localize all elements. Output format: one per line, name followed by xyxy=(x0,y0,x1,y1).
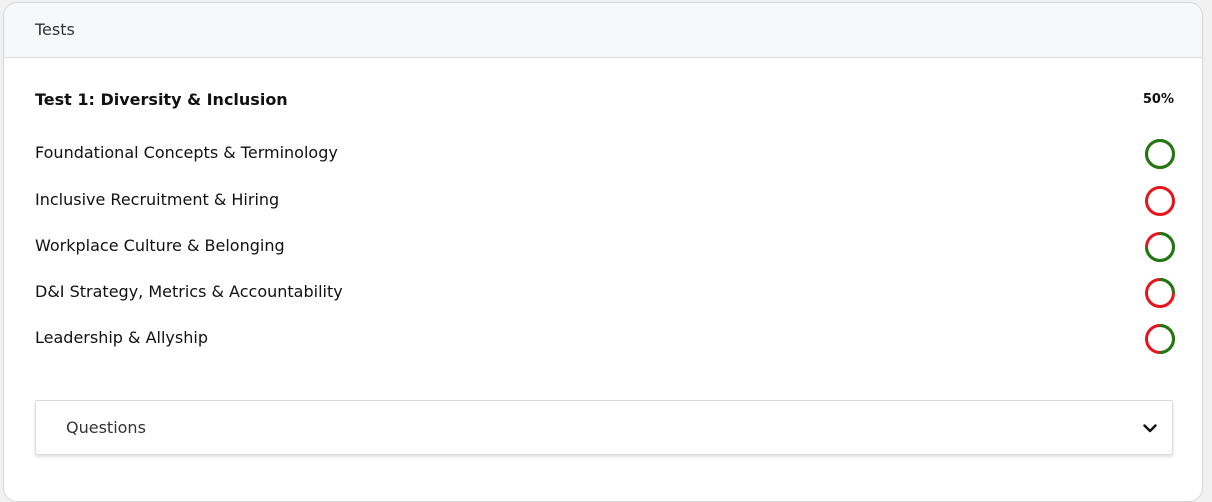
topic-label: Foundational Concepts & Terminology xyxy=(35,142,338,162)
topic-label: Inclusive Recruitment & Hiring xyxy=(35,189,280,209)
topic-row: Foundational Concepts & Terminology xyxy=(35,139,1175,169)
topic-row: Leadership & Allyship xyxy=(35,324,1175,354)
panel-header: Tests xyxy=(4,3,1202,58)
topic-label: D&I Strategy, Metrics & Accountability xyxy=(35,281,343,301)
score-ring-correct xyxy=(1145,139,1175,169)
questions-accordion[interactable]: Questions xyxy=(35,400,1173,455)
score-ring-icon xyxy=(1145,139,1175,169)
test-score-percent: 50% xyxy=(1142,91,1174,107)
tests-panel: Tests Test 1: Diversity & Inclusion 50% … xyxy=(3,2,1203,502)
score-ring-icon xyxy=(1145,232,1175,262)
score-ring-icon xyxy=(1145,186,1175,216)
questions-label: Questions xyxy=(66,418,146,437)
score-ring-icon xyxy=(1145,324,1175,354)
topic-row: Inclusive Recruitment & Hiring xyxy=(35,186,1175,216)
topic-label: Leadership & Allyship xyxy=(35,327,208,347)
score-ring-incorrect xyxy=(1145,186,1175,216)
panel-title: Tests xyxy=(35,19,75,39)
topic-row: D&I Strategy, Metrics & Accountability xyxy=(35,278,1175,308)
score-ring-icon xyxy=(1145,278,1175,308)
topic-row: Workplace Culture & Belonging xyxy=(35,232,1175,262)
chevron-down-icon[interactable] xyxy=(1140,418,1160,438)
test-title: Test 1: Diversity & Inclusion xyxy=(35,89,288,109)
topic-label: Workplace Culture & Belonging xyxy=(35,235,285,255)
test-summary: Test 1: Diversity & Inclusion 50% xyxy=(35,86,1174,112)
